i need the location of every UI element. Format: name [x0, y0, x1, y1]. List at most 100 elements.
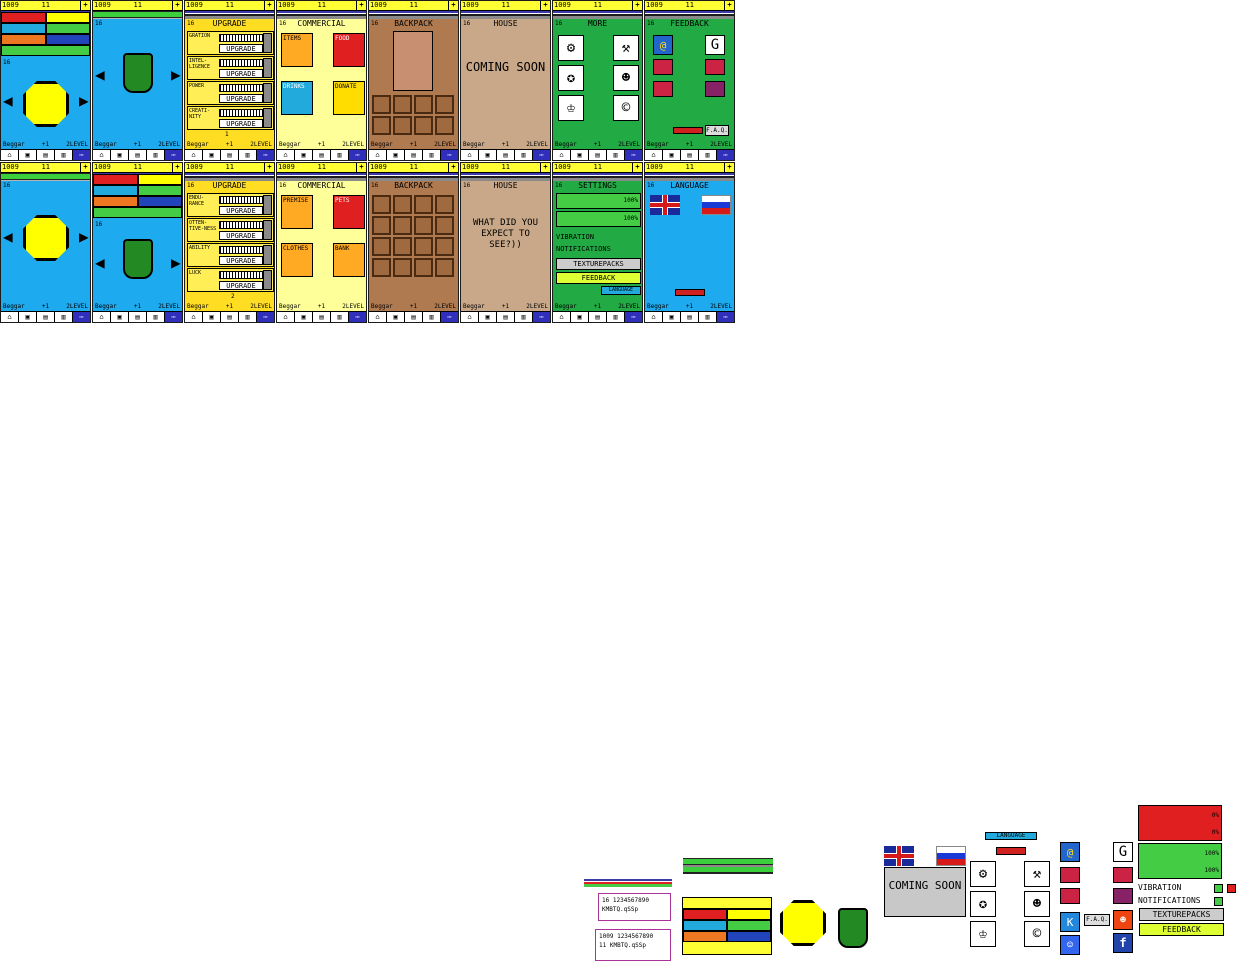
next-arrow-icon[interactable]: ▶	[171, 67, 181, 83]
nav-home-icon[interactable]: ⌂	[369, 312, 387, 322]
nav-home-icon[interactable]: ⌂	[461, 312, 479, 322]
nav-bag-icon[interactable]: ▤	[37, 312, 55, 322]
nav-bag-icon[interactable]: ▤	[589, 150, 607, 160]
nav-home-icon[interactable]: ⌂	[645, 312, 663, 322]
nav-house-icon[interactable]: ▥	[423, 150, 441, 160]
upgrade-button[interactable]: UPGRADE	[219, 94, 263, 103]
nav-house-icon[interactable]: ▥	[699, 312, 717, 322]
nav-house-icon[interactable]: ▥	[607, 312, 625, 322]
nav-shop-icon[interactable]: ▣	[19, 150, 37, 160]
nav-bag-icon[interactable]: ▤	[313, 312, 331, 322]
next-arrow-icon[interactable]: ▶	[171, 255, 181, 271]
add-currency-button[interactable]: +	[172, 163, 182, 172]
nav-home-icon[interactable]: ⌂	[1, 150, 19, 160]
back-button[interactable]	[673, 127, 703, 134]
prev-arrow-icon[interactable]: ◀	[3, 93, 13, 109]
nav-more-icon[interactable]: ⋯	[257, 150, 274, 160]
back-button[interactable]	[675, 289, 705, 296]
nav-home-icon[interactable]: ⌂	[277, 150, 295, 160]
nav-more-icon[interactable]: ⋯	[625, 150, 642, 160]
nav-home-icon[interactable]: ⌂	[553, 150, 571, 160]
upgrade-button[interactable]: UPGRADE	[219, 231, 263, 240]
nav-house-icon[interactable]: ▥	[515, 150, 533, 160]
nav-home-icon[interactable]: ⌂	[369, 150, 387, 160]
ru-flag-icon[interactable]	[701, 195, 731, 215]
nav-bag-icon[interactable]: ▤	[405, 312, 423, 322]
nav-more-icon[interactable]: ⋯	[73, 312, 90, 322]
menu-toggle-stripe[interactable]	[1, 173, 90, 181]
nav-home-icon[interactable]: ⌂	[93, 150, 111, 160]
shop-pets-tile[interactable]: PETS	[333, 195, 365, 229]
shop-food-tile[interactable]: FOOD	[333, 33, 365, 67]
add-currency-button[interactable]: +	[632, 163, 642, 172]
nav-house-icon[interactable]: ▥	[239, 150, 257, 160]
upgrade-button[interactable]: UPGRADE	[219, 256, 263, 265]
nav-more-icon[interactable]: ⋯	[73, 150, 90, 160]
nav-home-icon[interactable]: ⌂	[553, 312, 571, 322]
nav-house-icon[interactable]: ▥	[147, 150, 165, 160]
pot-sprite[interactable]	[123, 239, 153, 279]
nav-more-icon[interactable]: ⋯	[165, 312, 182, 322]
nav-home-icon[interactable]: ⌂	[645, 150, 663, 160]
add-currency-button[interactable]: +	[724, 163, 734, 172]
nav-house-icon[interactable]: ▥	[239, 312, 257, 322]
next-arrow-icon[interactable]: ▶	[79, 229, 89, 245]
review-icon[interactable]	[653, 81, 673, 97]
nav-more-icon[interactable]: ⋯	[441, 150, 458, 160]
email-icon[interactable]: @	[653, 35, 673, 55]
nav-bag-icon[interactable]: ▤	[221, 150, 239, 160]
nav-more-icon[interactable]: ⋯	[441, 312, 458, 322]
language-button[interactable]: LANGUAGE	[601, 286, 641, 295]
pot-sprite[interactable]	[123, 53, 153, 93]
tap-button[interactable]	[23, 81, 69, 127]
upgrade-button[interactable]: UPGRADE	[219, 119, 263, 128]
nav-shop-icon[interactable]: ▣	[387, 150, 405, 160]
nav-shop-icon[interactable]: ▣	[111, 150, 129, 160]
uk-flag-icon[interactable]	[650, 195, 680, 215]
nav-more-icon[interactable]: ⋯	[257, 312, 274, 322]
gear-icon[interactable]: ⚙	[558, 35, 584, 61]
nav-shop-icon[interactable]: ▣	[203, 150, 221, 160]
tap-button[interactable]	[23, 215, 69, 261]
nav-home-icon[interactable]: ⌂	[93, 312, 111, 322]
menu-toggle-stripe[interactable]	[93, 11, 182, 19]
nav-shop-icon[interactable]: ▣	[479, 312, 497, 322]
nav-bag-icon[interactable]: ▤	[129, 312, 147, 322]
review-icon[interactable]	[705, 81, 725, 97]
upgrade-button[interactable]: UPGRADE	[219, 206, 263, 215]
prev-arrow-icon[interactable]: ◀	[95, 67, 105, 83]
review-icon[interactable]	[653, 59, 673, 75]
add-currency-button[interactable]: +	[540, 1, 550, 10]
nav-house-icon[interactable]: ▥	[55, 150, 73, 160]
nav-bag-icon[interactable]: ▤	[589, 312, 607, 322]
nav-house-icon[interactable]: ▥	[607, 150, 625, 160]
nav-shop-icon[interactable]: ▣	[663, 312, 681, 322]
nav-bag-icon[interactable]: ▤	[681, 312, 699, 322]
nav-shop-icon[interactable]: ▣	[111, 312, 129, 322]
nav-house-icon[interactable]: ▥	[423, 312, 441, 322]
shop-premise-tile[interactable]: PREMISE	[281, 195, 313, 229]
nav-house-icon[interactable]: ▥	[515, 312, 533, 322]
sound-volume-slider[interactable]: 100%	[556, 211, 641, 227]
nav-home-icon[interactable]: ⌂	[185, 312, 203, 322]
shop-items-tile[interactable]: ITEMS	[281, 33, 313, 67]
nav-more-icon[interactable]: ⋯	[533, 150, 550, 160]
nav-more-icon[interactable]: ⋯	[165, 150, 182, 160]
faq-button[interactable]: F.A.Q.	[705, 125, 729, 136]
nav-bag-icon[interactable]: ▤	[37, 150, 55, 160]
texturepacks-button[interactable]: TEXTUREPACKS	[556, 258, 641, 270]
nav-house-icon[interactable]: ▥	[55, 312, 73, 322]
upgrade-button[interactable]: UPGRADE	[219, 281, 263, 290]
hammer-icon[interactable]: ⚒	[613, 35, 639, 61]
nav-house-icon[interactable]: ▥	[331, 312, 349, 322]
nav-shop-icon[interactable]: ▣	[663, 150, 681, 160]
nav-shop-icon[interactable]: ▣	[19, 312, 37, 322]
add-currency-button[interactable]: +	[264, 163, 274, 172]
add-currency-button[interactable]: +	[632, 1, 642, 10]
nav-shop-icon[interactable]: ▣	[203, 312, 221, 322]
shop-drinks-tile[interactable]: DRINKS	[281, 81, 313, 115]
feedback-button[interactable]: FEEDBACK	[556, 272, 641, 284]
trophy-icon[interactable]: ♔	[558, 95, 584, 121]
nav-shop-icon[interactable]: ▣	[571, 312, 589, 322]
nav-bag-icon[interactable]: ▤	[405, 150, 423, 160]
